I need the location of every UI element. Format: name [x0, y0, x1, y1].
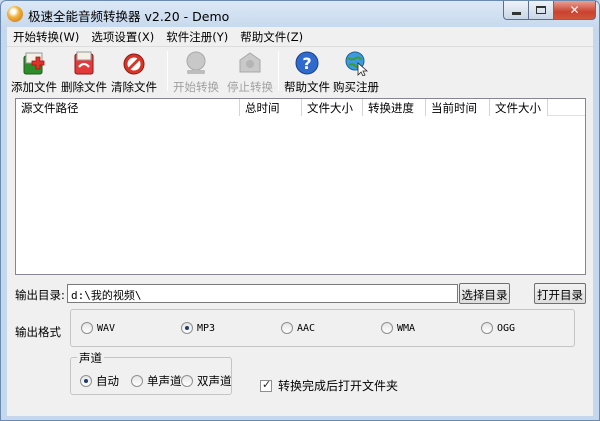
open-folder-after-checkbox[interactable]: 转换完成后打开文件夹 — [260, 377, 398, 394]
buy-register-label: 购买注册 — [333, 80, 379, 94]
menu-register[interactable]: 软件注册(Y) — [160, 27, 234, 46]
radio-icon — [181, 375, 193, 387]
app-window: 极速全能音频转换器 v2.20 - Demo ✕ 开始转换(W) 选项设置(X)… — [0, 0, 600, 421]
channel-group: 声道 自动 单声道 双声道 — [70, 350, 232, 395]
radio-icon — [81, 322, 93, 334]
delete-file-icon — [74, 51, 94, 75]
column-progress[interactable]: 转换进度 — [363, 99, 426, 116]
column-file-size[interactable]: 文件大小 — [302, 99, 363, 116]
radio-icon — [481, 322, 493, 334]
svg-text:?: ? — [302, 54, 311, 73]
column-total-time[interactable]: 总时间 — [240, 99, 302, 116]
radio-icon — [381, 322, 393, 334]
minimize-icon — [511, 11, 521, 15]
close-button[interactable]: ✕ — [553, 1, 596, 20]
menu-options[interactable]: 选项设置(X) — [85, 27, 160, 46]
start-convert-button[interactable]: 开始转换 — [171, 49, 221, 94]
open-folder-after-label: 转换完成后打开文件夹 — [278, 379, 399, 393]
format-radio-wma[interactable]: WMA — [381, 322, 415, 334]
stop-convert-label: 停止转换 — [227, 80, 273, 94]
channel-title: 声道 — [77, 350, 104, 366]
format-group: WAV MP3 AAC WMA OGG — [70, 309, 575, 347]
open-dir-button[interactable]: 打开目录 — [534, 283, 586, 304]
maximize-icon — [536, 6, 546, 14]
checkbox-checked-icon — [260, 378, 272, 392]
window-title: 极速全能音频转换器 v2.20 - Demo — [28, 9, 230, 24]
buy-register-button[interactable]: 购买注册 — [331, 49, 381, 94]
app-icon — [7, 6, 23, 22]
maximize-button[interactable] — [528, 1, 554, 20]
radio-selected-icon — [181, 322, 193, 334]
choose-dir-button[interactable]: 选择目录 — [459, 283, 510, 304]
start-convert-label: 开始转换 — [173, 80, 219, 94]
stop-convert-button[interactable]: 停止转换 — [225, 49, 275, 94]
radio-icon — [281, 322, 293, 334]
clear-files-icon — [123, 53, 145, 75]
channel-radio-mono[interactable]: 单声道 — [131, 373, 182, 389]
file-list-header: 源文件路径 总时间 文件大小 转换进度 当前时间 文件大小 — [16, 99, 585, 116]
output-format-label: 输出格式 — [15, 325, 61, 339]
format-radio-ogg[interactable]: OGG — [481, 322, 515, 334]
channel-radio-stereo[interactable]: 双声道 — [181, 373, 232, 389]
toolbar: 添加文件 删除文件 清除文件 开始转换 停止转换 ? 帮助文件 购买注册 — [7, 46, 593, 94]
column-source-path[interactable]: 源文件路径 — [16, 99, 240, 116]
file-list[interactable]: 源文件路径 总时间 文件大小 转换进度 当前时间 文件大小 — [15, 98, 586, 275]
column-output-size[interactable]: 文件大小 — [490, 99, 548, 116]
format-radio-wav[interactable]: WAV — [81, 322, 115, 334]
delete-file-button[interactable]: 删除文件 — [59, 49, 109, 94]
menu-start[interactable]: 开始转换(W) — [7, 27, 85, 46]
add-file-icon — [23, 52, 45, 75]
radio-selected-icon — [80, 375, 92, 387]
channel-radio-auto[interactable]: 自动 — [80, 373, 119, 389]
format-radio-aac[interactable]: AAC — [281, 322, 315, 334]
menu-bar: 开始转换(W) 选项设置(X) 软件注册(Y) 帮助文件(Z) — [7, 27, 593, 46]
start-convert-icon — [186, 51, 206, 74]
format-radio-mp3[interactable]: MP3 — [181, 322, 215, 334]
column-current-time[interactable]: 当前时间 — [426, 99, 490, 116]
clear-files-button[interactable]: 清除文件 — [109, 49, 159, 94]
clear-files-label: 清除文件 — [111, 80, 157, 94]
radio-icon — [131, 375, 143, 387]
output-dir-input[interactable]: d:\我的视频\ — [67, 284, 458, 303]
help-button[interactable]: ? 帮助文件 — [282, 49, 332, 94]
output-dir-label: 输出目录: — [15, 288, 65, 302]
add-file-button[interactable]: 添加文件 — [9, 49, 59, 94]
help-icon: ? — [295, 51, 319, 75]
client-area: 开始转换(W) 选项设置(X) 软件注册(Y) 帮助文件(Z) 添加文件 删除文… — [7, 27, 593, 416]
close-icon: ✕ — [569, 3, 580, 17]
minimize-button[interactable] — [503, 1, 529, 20]
stop-convert-icon — [239, 52, 261, 73]
title-bar[interactable]: 极速全能音频转换器 v2.20 - Demo ✕ — [1, 1, 599, 27]
globe-cursor-icon — [345, 51, 369, 76]
menu-help[interactable]: 帮助文件(Z) — [234, 27, 309, 46]
